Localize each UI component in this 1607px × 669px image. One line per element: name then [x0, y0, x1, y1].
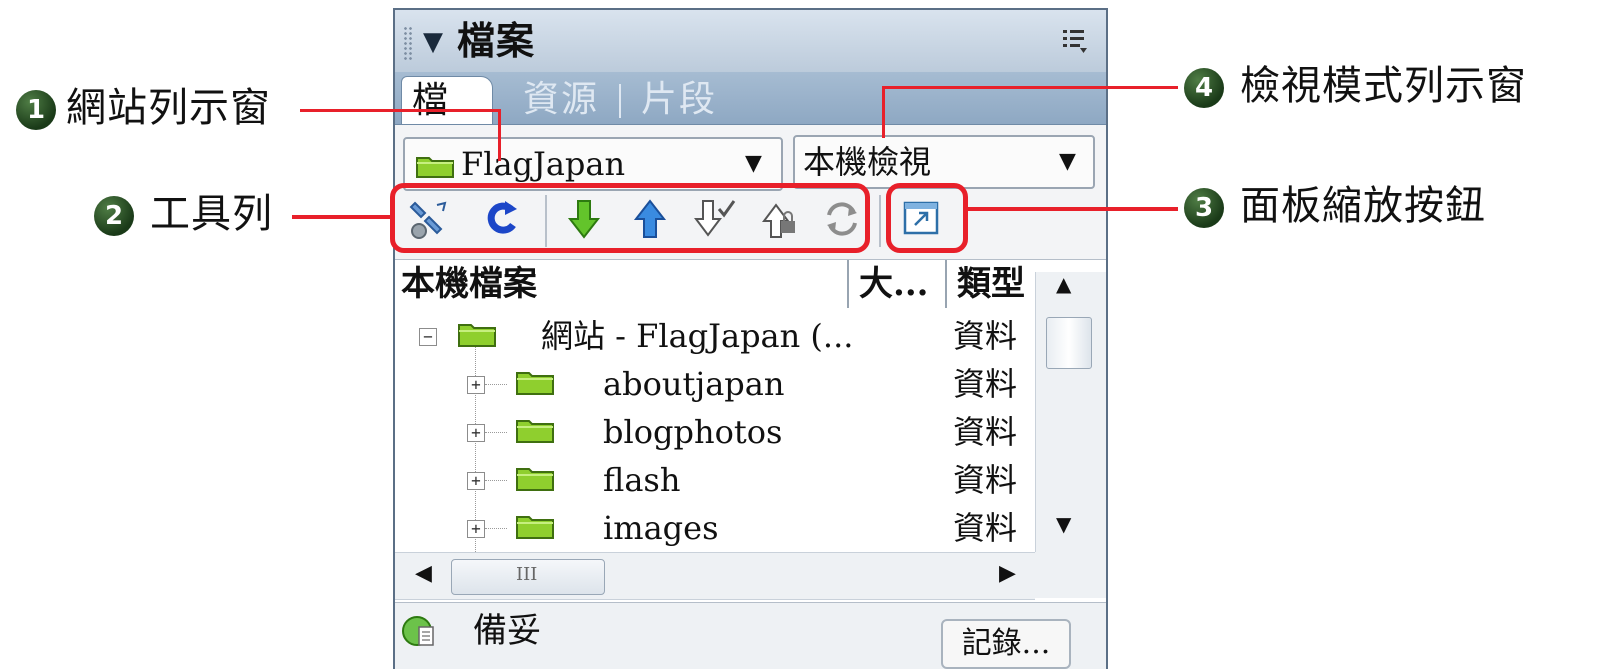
callout-leader-1 [498, 109, 501, 161]
tree-line [485, 480, 507, 481]
vertical-scrollbar[interactable]: ▲ ▼ [1035, 272, 1106, 562]
tree-row-type: 資料 [953, 365, 1018, 403]
panel-options-icon[interactable] [1062, 26, 1088, 56]
scrollbar-corner [1035, 552, 1106, 598]
scroll-down-icon[interactable]: ▼ [1056, 512, 1071, 536]
folder-icon [416, 157, 454, 178]
site-select-value: FlagJapan [461, 145, 626, 183]
tab-separator [619, 84, 621, 118]
panel-titlebar[interactable]: ▼ 檔案 [395, 10, 1106, 73]
panel-tabstrip: 檔案 資源 片段 [395, 72, 1106, 169]
panel-grip-icon[interactable] [403, 26, 413, 60]
tree-row-folder[interactable]: + blogphotos 資料 [395, 408, 1035, 456]
folder-icon [516, 420, 554, 443]
scroll-up-icon[interactable]: ▲ [1056, 272, 1071, 296]
status-text: 備妥 [473, 611, 541, 651]
file-tree: − 網站 - FlagJapan (... 資料 + aboutjapan 資料… [395, 308, 1035, 552]
tree-row-type: 資料 [953, 413, 1018, 451]
vertical-scroll-thumb[interactable] [1046, 317, 1092, 369]
folder-icon [516, 468, 554, 491]
callout-leader-2 [292, 215, 392, 219]
callout-badge-2: 2 [94, 196, 134, 236]
column-header-type[interactable]: 類型 [955, 260, 1035, 308]
view-mode-select[interactable]: 本機檢視 ▼ [793, 135, 1095, 189]
callout-label-site-list: 網站列示窗 [66, 85, 271, 131]
callout-badge-1: 1 [16, 90, 56, 130]
tree-row-site-root[interactable]: − 網站 - FlagJapan (... 資料 [395, 312, 1035, 360]
file-list-header: 本機檔案 大... 類型 [395, 259, 1106, 309]
folder-icon [458, 324, 496, 347]
dropdown-arrow-icon: ▼ [745, 151, 762, 176]
collapse-triangle-icon[interactable]: ▼ [423, 25, 443, 59]
tree-line [485, 384, 507, 385]
panel-title: 檔案 [457, 18, 536, 63]
horizontal-scroll-thumb[interactable]: III [451, 559, 605, 595]
expand-toggle-icon[interactable]: + [467, 424, 485, 442]
tree-row-name: flash [603, 461, 681, 499]
status-bar: 備妥 記錄... [395, 602, 1106, 669]
horizontal-scrollbar[interactable]: ◀ III ▶ [395, 552, 1035, 600]
scroll-left-icon[interactable]: ◀ [415, 561, 432, 586]
tab-snippets[interactable]: 片段 [631, 76, 727, 124]
tab-assets[interactable]: 資源 [513, 76, 609, 124]
callout-badge-3: 3 [1184, 188, 1224, 228]
tree-line [485, 432, 507, 433]
scroll-right-icon[interactable]: ▶ [999, 561, 1016, 586]
expand-toggle-icon[interactable]: + [467, 376, 485, 394]
tree-row-type: 資料 [953, 317, 1018, 355]
tree-row-type: 資料 [953, 461, 1018, 499]
tree-row-name: 網站 - FlagJapan (... [541, 317, 854, 355]
callout-leader-3 [966, 207, 1178, 211]
collapse-toggle-icon[interactable]: − [419, 328, 437, 346]
column-header-size[interactable]: 大... [851, 260, 947, 308]
callout-leader-4 [882, 86, 885, 138]
status-ready-icon [402, 616, 434, 646]
callout-label-toolbar: 工具列 [150, 191, 273, 237]
tree-row-name: blogphotos [603, 413, 783, 451]
toolbar-highlight-box [390, 183, 870, 253]
tree-line [485, 528, 507, 529]
callout-label-view-mode-list: 檢視模式列示窗 [1240, 63, 1527, 109]
callout-badge-4: 4 [1184, 68, 1224, 108]
tree-row-folder[interactable]: + images 資料 [395, 504, 1035, 552]
tree-row-name: aboutjapan [603, 365, 785, 403]
expand-button-highlight-box [886, 183, 968, 253]
folder-icon [516, 372, 554, 395]
view-mode-select-value: 本機檢視 [803, 143, 932, 181]
scroll-thumb-grip: III [516, 564, 538, 585]
tree-row-type: 資料 [953, 509, 1018, 547]
tree-row-folder[interactable]: + flash 資料 [395, 456, 1035, 504]
folder-icon [516, 516, 554, 539]
callout-leader-4 [882, 86, 1178, 89]
callout-label-panel-zoom-button: 面板縮放按鈕 [1240, 183, 1486, 229]
callout-leader-1 [300, 109, 500, 112]
tree-row-folder[interactable]: + aboutjapan 資料 [395, 360, 1035, 408]
column-header-local-files[interactable]: 本機檔案 [401, 260, 849, 308]
dropdown-arrow-icon: ▼ [1059, 149, 1076, 174]
files-panel: ▼ 檔案 檔案 資源 片段 FlagJapan ▼ 本機檢視 ▼ [393, 8, 1108, 669]
log-button[interactable]: 記錄... [941, 619, 1071, 669]
toolbar-separator [879, 195, 881, 247]
expand-toggle-icon[interactable]: + [467, 472, 485, 490]
expand-toggle-icon[interactable]: + [467, 520, 485, 538]
tree-row-name: images [603, 509, 719, 547]
tab-files[interactable]: 檔案 [401, 76, 493, 169]
